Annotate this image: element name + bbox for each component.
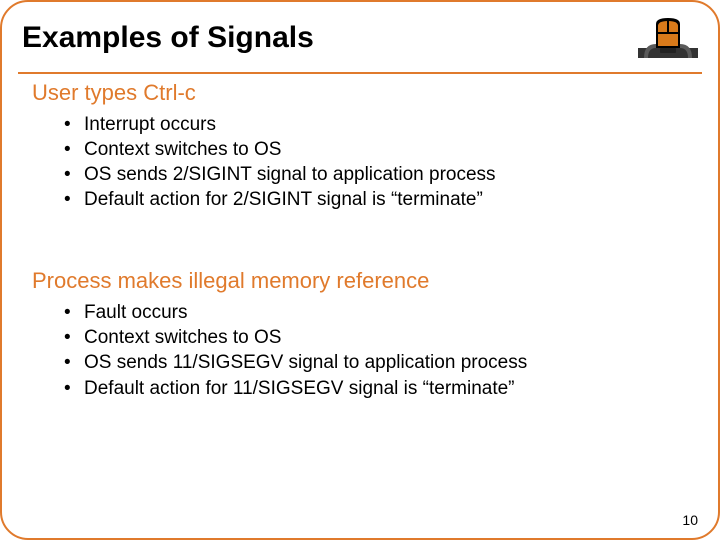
princeton-shield-icon — [638, 14, 698, 62]
list-item: OS sends 11/SIGSEGV signal to applicatio… — [70, 350, 688, 375]
bullet-list: Fault occurs Context switches to OS OS s… — [32, 300, 688, 400]
slide-title: Examples of Signals — [22, 21, 314, 55]
page-number: 10 — [682, 512, 698, 528]
bullet-list: Interrupt occurs Context switches to OS … — [32, 112, 688, 212]
slide-frame: Examples of Signals User types Ctrl-c In… — [0, 0, 720, 540]
section-heading: Process makes illegal memory reference — [32, 268, 688, 294]
list-item: Default action for 2/SIGINT signal is “t… — [70, 187, 688, 212]
list-item: Interrupt occurs — [70, 112, 688, 137]
slide-content: User types Ctrl-c Interrupt occurs Conte… — [32, 80, 688, 401]
list-item: OS sends 2/SIGINT signal to application … — [70, 162, 688, 187]
list-item: Context switches to OS — [70, 137, 688, 162]
list-item: Context switches to OS — [70, 325, 688, 350]
section-heading: User types Ctrl-c — [32, 80, 688, 106]
list-item: Default action for 11/SIGSEGV signal is … — [70, 376, 688, 401]
list-item: Fault occurs — [70, 300, 688, 325]
title-bar: Examples of Signals — [18, 8, 702, 74]
